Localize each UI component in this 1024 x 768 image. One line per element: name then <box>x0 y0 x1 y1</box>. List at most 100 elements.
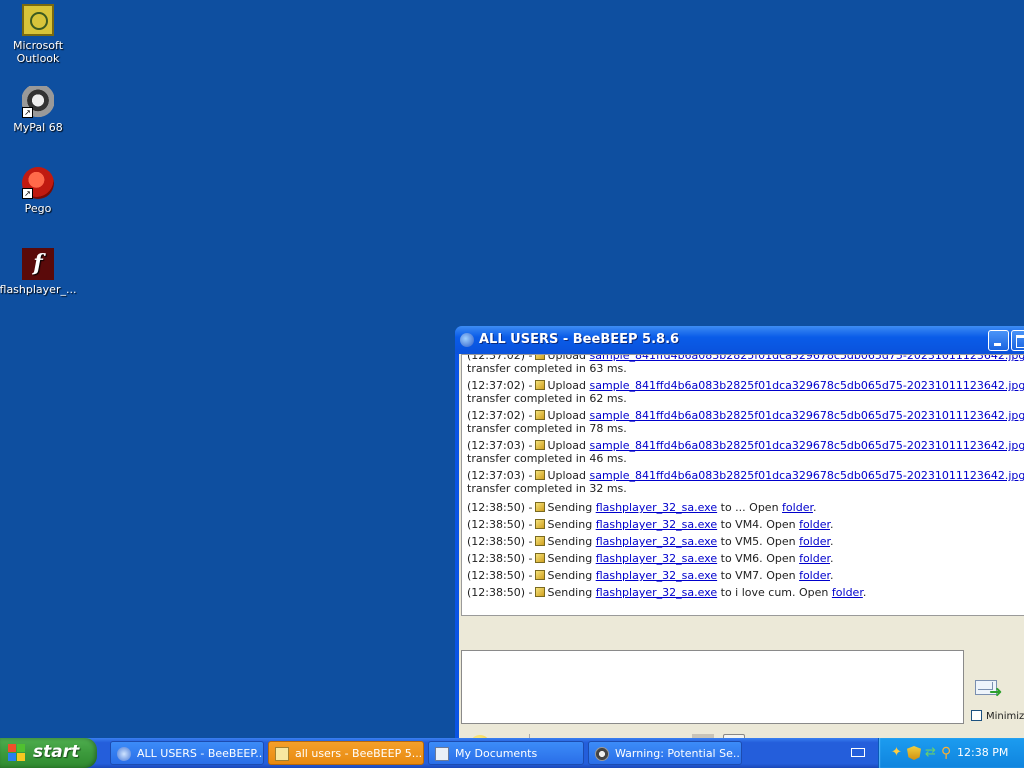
chat-message-upload: (12:37:02) - Upload sample_841ffd4b6a083b… <box>467 379 1024 405</box>
chat-message-upload: (12:37:02) - Upload sample_841ffd4b6a083b… <box>467 409 1024 435</box>
chat-window-icon <box>275 747 289 761</box>
taskbar-button-beebeep[interactable]: ALL USERS - BeeBEEP... <box>110 741 264 765</box>
windows-logo-icon <box>8 744 26 762</box>
uploaded-file-link[interactable]: sample_841ffd4b6a083b2825f01dca329678c5d… <box>590 469 1024 482</box>
uploaded-file-link[interactable]: sample_841ffd4b6a083b2825f01dca329678c5d… <box>590 439 1024 452</box>
window-title: ALL USERS - BeeBEEP 5.8.6 <box>479 332 680 347</box>
security-shield-icon[interactable] <box>907 746 921 760</box>
open-text: Open <box>749 501 779 514</box>
upload-label: Upload <box>547 409 587 422</box>
send-target: to ... <box>720 501 746 514</box>
sending-label: Sending <box>547 535 593 548</box>
file-transfer-icon <box>535 587 546 597</box>
raccoon-tray-icon[interactable]: ✦ <box>891 746 905 760</box>
chat-message-send: (12:38:50) - Sending flashplayer_32_sa.ex… <box>467 552 834 565</box>
sending-label: Sending <box>547 586 593 599</box>
file-transfer-icon <box>535 470 546 480</box>
chat-message-send: (12:38:50) - Sending flashplayer_32_sa.ex… <box>467 535 834 548</box>
message-time: (12:37:02) <box>467 354 525 362</box>
send-target: to VM7. <box>720 569 763 582</box>
taskbar-button-beebeep-chat[interactable]: all users - BeeBEEP 5.... <box>268 741 424 765</box>
transfer-text: transfer completed in <box>467 422 586 435</box>
keyboard-layout-icon[interactable] <box>851 748 865 757</box>
transfer-text: transfer completed in <box>467 452 586 465</box>
transfer-duration: 78 ms. <box>589 422 627 435</box>
sent-file-link[interactable]: flashplayer_32_sa.exe <box>596 501 717 514</box>
chat-history[interactable]: (12:37:02) - Upload sample_841ffd4b6a083b… <box>461 354 1024 616</box>
send-target: to VM4. <box>720 518 763 531</box>
outlook-icon <box>22 4 54 36</box>
arrow-right-icon: ➜ <box>989 682 1003 701</box>
desktop-icon-label: flashplayer_... <box>0 283 77 296</box>
message-time: (12:38:50) <box>467 586 525 599</box>
open-folder-link[interactable]: folder <box>799 518 830 531</box>
desktop-icon-outlook[interactable]: Microsoft Outlook <box>0 4 78 65</box>
file-transfer-icon <box>535 380 546 390</box>
shortcut-arrow-icon: ↗ <box>22 188 33 199</box>
open-folder-link[interactable]: folder <box>799 535 830 548</box>
desktop-icon-label: Microsoft Outlook <box>12 39 64 65</box>
transfer-duration: 62 ms. <box>589 392 627 405</box>
flash-file-icon: f <box>22 248 54 280</box>
beebeep-window: ALL USERS - BeeBEEP 5.8.6 (12:37:02) - Up… <box>455 326 1024 756</box>
start-label: start <box>33 742 80 762</box>
chat-message-send: (12:38:50) - Sending flashplayer_32_sa.ex… <box>467 518 834 531</box>
pego-icon: ↗ <box>22 167 54 199</box>
transfer-duration: 63 ms. <box>589 362 627 375</box>
minimize-checkbox-row[interactable]: Minimize <box>971 710 1024 722</box>
sent-file-link[interactable]: flashplayer_32_sa.exe <box>596 535 717 548</box>
chat-message-send: (12:38:50) - Sending flashplayer_32_sa.ex… <box>467 569 834 582</box>
open-folder-link[interactable]: folder <box>782 501 813 514</box>
minimize-checkbox[interactable] <box>971 710 982 721</box>
taskbar-button-warning[interactable]: Warning: Potential Se... <box>588 741 742 765</box>
sent-file-link[interactable]: flashplayer_32_sa.exe <box>596 569 717 582</box>
uploaded-file-link[interactable]: sample_841ffd4b6a083b2825f01dca329678c5d… <box>590 355 1024 362</box>
transfer-text: transfer completed in <box>467 482 586 495</box>
open-folder-link[interactable]: folder <box>799 552 830 565</box>
open-text: Open <box>766 569 796 582</box>
sent-file-link[interactable]: flashplayer_32_sa.exe <box>596 518 717 531</box>
minimize-label: Minimize <box>986 711 1024 722</box>
open-text: Open <box>766 552 796 565</box>
start-button[interactable]: start <box>0 738 97 768</box>
file-transfer-icon <box>535 536 546 546</box>
file-transfer-icon <box>535 440 546 450</box>
upload-label: Upload <box>547 379 587 392</box>
open-folder-link[interactable]: folder <box>799 569 830 582</box>
send-button[interactable]: ➜ <box>973 676 1005 701</box>
transfer-duration: 46 ms. <box>589 452 627 465</box>
message-time: (12:37:03) <box>467 469 525 482</box>
file-transfer-icon <box>535 553 546 563</box>
taskbar-button-my-documents[interactable]: My Documents <box>428 741 584 765</box>
desktop-icon-mypal[interactable]: ↗ MyPal 68 <box>0 86 78 134</box>
open-text: Open <box>799 586 829 599</box>
title-bar[interactable]: ALL USERS - BeeBEEP 5.8.6 <box>455 326 1024 354</box>
chat-message-upload: (12:37:02) - Upload sample_841ffd4b6a083b… <box>467 354 1024 375</box>
uploaded-file-link[interactable]: sample_841ffd4b6a083b2825f01dca329678c5d… <box>590 379 1024 392</box>
documents-folder-icon <box>435 747 449 761</box>
minimize-button[interactable] <box>988 330 1009 351</box>
network-icon[interactable]: ⇄ <box>925 746 939 760</box>
sending-label: Sending <box>547 552 593 565</box>
desktop-icon-pego[interactable]: ↗ Pego <box>0 167 78 215</box>
send-target: to i love cum. <box>720 586 796 599</box>
message-time: (12:38:50) <box>467 552 525 565</box>
sent-file-link[interactable]: flashplayer_32_sa.exe <box>596 586 717 599</box>
desktop-icon-flashplayer[interactable]: f flashplayer_... <box>0 248 78 296</box>
transfer-status: transfer completed in 63 ms. <box>467 362 1024 375</box>
search-icon[interactable]: ⚲ <box>941 746 955 760</box>
clock[interactable]: 12:38 PM <box>957 746 1008 759</box>
message-input[interactable] <box>461 650 964 724</box>
uploaded-file-link[interactable]: sample_841ffd4b6a083b2825f01dca329678c5d… <box>590 409 1024 422</box>
shortcut-arrow-icon: ↗ <box>22 107 33 118</box>
transfer-text: transfer completed in <box>467 392 586 405</box>
maximize-button[interactable] <box>1011 330 1024 351</box>
sent-file-link[interactable]: flashplayer_32_sa.exe <box>596 552 717 565</box>
beebeep-app-icon[interactable] <box>460 333 474 347</box>
message-time: (12:38:50) <box>467 569 525 582</box>
message-time: (12:38:50) <box>467 518 525 531</box>
mypal-raccoon-icon <box>595 747 609 761</box>
message-time: (12:37:02) <box>467 409 525 422</box>
sending-label: Sending <box>547 501 593 514</box>
open-folder-link[interactable]: folder <box>832 586 863 599</box>
